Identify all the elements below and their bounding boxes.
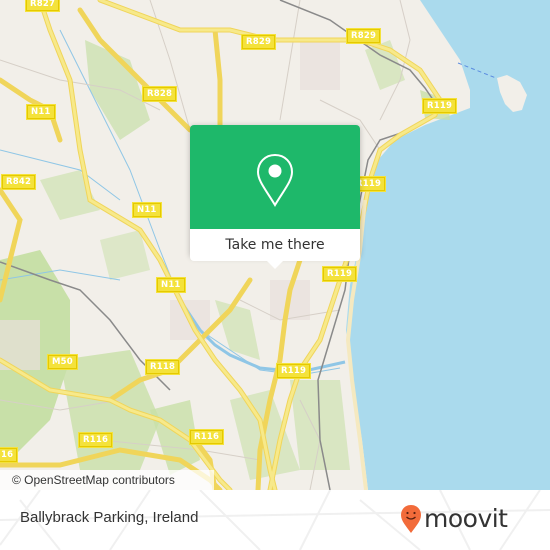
road-label-n11: N11: [132, 202, 162, 218]
moovit-wordmark: moovit: [424, 504, 508, 533]
road-label-r827: R827: [24, 0, 61, 12]
take-me-there-button[interactable]: Take me there: [190, 229, 360, 261]
road-label-r829: R829: [240, 34, 277, 50]
road-label-r119: R119: [421, 98, 458, 114]
road-label-n11: N11: [156, 277, 186, 293]
moovit-logo[interactable]: moovit: [400, 504, 508, 534]
road-label-r842: R842: [0, 174, 37, 190]
road-label-r119: R119: [321, 266, 358, 282]
road-label-n11: N11: [26, 104, 56, 120]
place-name: Ballybrack Parking, Ireland: [20, 509, 199, 526]
road-label-r828: R828: [141, 86, 178, 102]
popup-header: [190, 125, 360, 229]
map-view[interactable]: R827 R829 R829 R828 N11 R842 N11 R119 R1…: [0, 0, 550, 490]
footer: Ballybrack Parking, Ireland moovit: [0, 490, 550, 550]
popup-pointer: [266, 260, 284, 269]
road-label-r119: R119: [275, 363, 312, 379]
location-popup: Take me there: [190, 125, 360, 269]
road-label-r116: R116: [77, 432, 114, 448]
map-attribution[interactable]: © OpenStreetMap contributors: [0, 470, 214, 490]
road-label-r829: R829: [345, 28, 382, 44]
road-label-r118: R118: [144, 359, 181, 375]
road-label-r116: R116: [188, 429, 225, 445]
road-label-m50: M50: [47, 354, 78, 370]
road-label-r116: 16: [0, 447, 19, 463]
map-pin-icon: [256, 153, 294, 207]
moovit-pin-icon: [401, 505, 421, 533]
map-card: R827 R829 R829 R828 N11 R842 N11 R119 R1…: [0, 0, 550, 550]
